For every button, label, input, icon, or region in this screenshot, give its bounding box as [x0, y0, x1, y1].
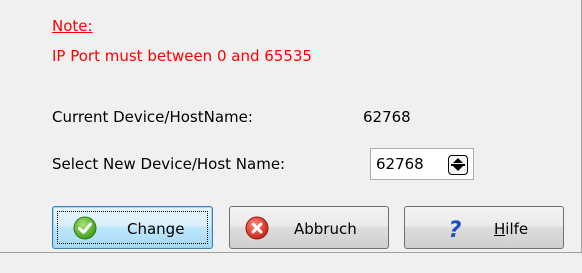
window-border-bottom	[0, 252, 582, 253]
help-icon: ?	[449, 218, 462, 240]
change-button-label: Change	[127, 220, 185, 238]
port-dialog: Note: IP Port must between 0 and 65535 C…	[0, 0, 582, 273]
new-hostname-input[interactable]: 62768	[376, 155, 424, 173]
svg-text:?: ?	[449, 218, 462, 240]
spin-up-arrow-icon[interactable]	[453, 158, 463, 163]
abbruch-button[interactable]: Abbruch	[229, 206, 389, 249]
note-title: Note:	[52, 17, 93, 35]
note-text: IP Port must between 0 and 65535	[52, 47, 312, 65]
current-hostname-value: 62768	[363, 108, 411, 126]
current-hostname-label: Current Device/HostName:	[52, 108, 253, 126]
hilfe-label-rest: ilfe	[505, 220, 529, 238]
spin-down-arrow-icon[interactable]	[453, 166, 463, 171]
abbruch-button-label: Abbruch	[294, 220, 357, 238]
new-hostname-label: Select New Device/Host Name:	[52, 155, 286, 173]
new-hostname-spinbox[interactable]: 62768	[370, 148, 474, 180]
change-button[interactable]: Change	[52, 206, 213, 249]
hilfe-button[interactable]: ? Hilfe	[404, 206, 564, 249]
hilfe-mnemonic: H	[494, 220, 506, 238]
hilfe-button-label: Hilfe	[494, 220, 528, 238]
spinner-updown-icon[interactable]	[448, 155, 468, 175]
cancel-icon	[245, 216, 269, 240]
check-icon	[73, 216, 97, 240]
